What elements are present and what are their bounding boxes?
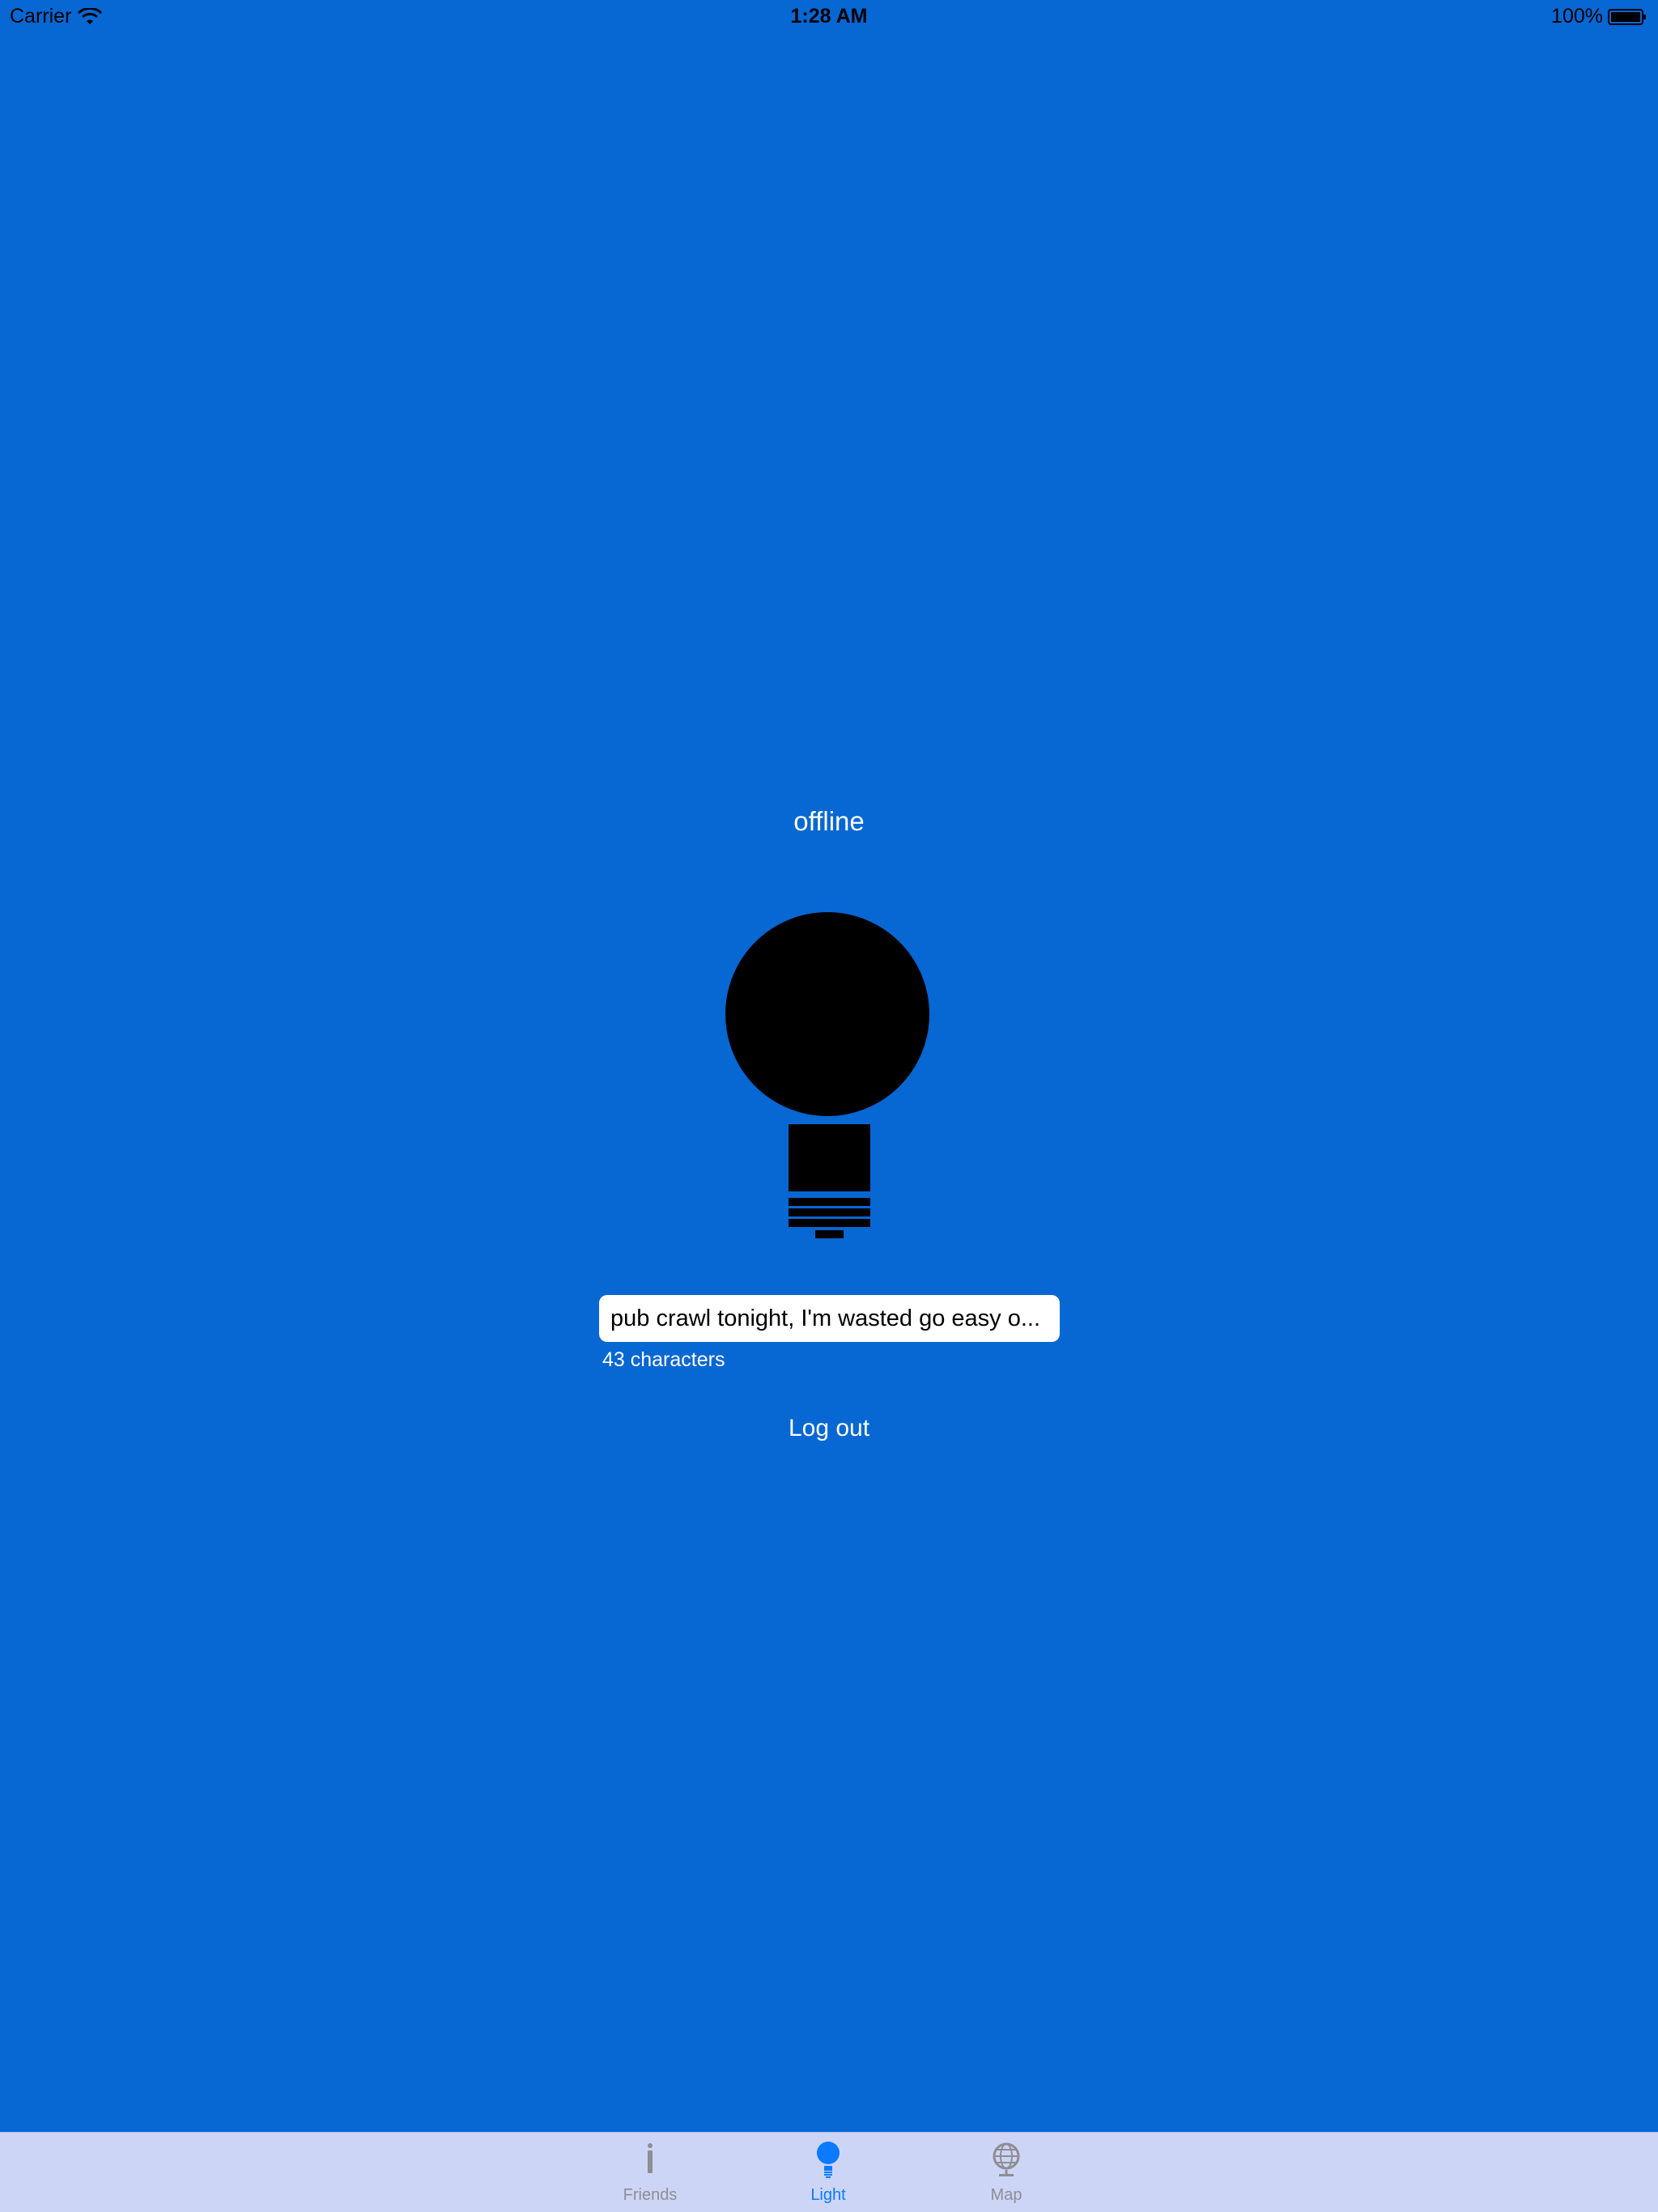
battery-icon <box>1608 8 1646 25</box>
globe-icon <box>993 2142 1020 2176</box>
status-message-value: pub crawl tonight, I'm wasted go easy o.… <box>610 1305 1041 1331</box>
connection-status-label: offline <box>793 806 865 836</box>
battery-indicator: 100% <box>1551 5 1647 28</box>
status-message-input[interactable]: pub crawl tonight, I'm wasted go easy o.… <box>599 1295 1060 1342</box>
friends-icon <box>648 2143 653 2173</box>
tab-map[interactable]: Map <box>942 2133 1071 2212</box>
tab-bar: Friends Light Map <box>0 2132 1658 2212</box>
tab-label: Friends <box>623 2186 678 2204</box>
tab-friends[interactable]: Friends <box>585 2133 715 2212</box>
battery-percentage: 100% <box>1551 5 1603 28</box>
lightbulb-icon[interactable] <box>725 912 931 1241</box>
status-bar: Carrier 1:28 AM 100% <box>0 0 1658 32</box>
character-count: 43 characters <box>602 1348 725 1371</box>
tab-label: Map <box>990 2186 1022 2204</box>
tab-label: Light <box>810 2186 846 2204</box>
lightbulb-icon <box>817 2142 840 2178</box>
clock: 1:28 AM <box>790 5 868 28</box>
logout-button[interactable]: Log out <box>748 1415 910 1442</box>
tab-light[interactable]: Light <box>763 2133 893 2212</box>
